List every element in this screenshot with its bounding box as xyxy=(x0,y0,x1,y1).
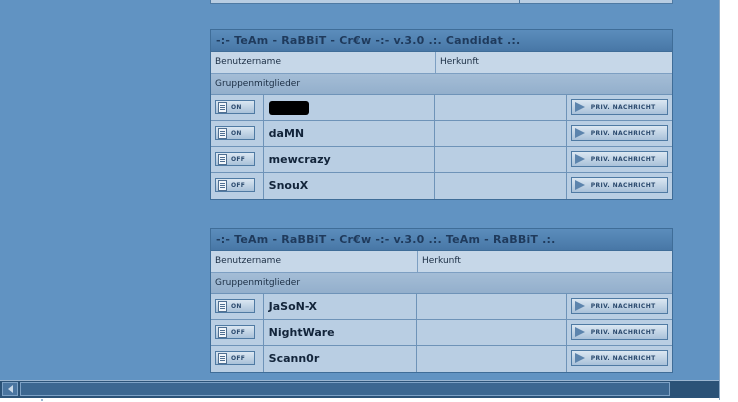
table-header: Benutzername Herkunft xyxy=(211,251,672,273)
scrollbar-thumb[interactable] xyxy=(20,382,670,396)
send-arrow-icon xyxy=(574,353,585,363)
table-header: Benutzername Herkunft xyxy=(211,52,672,74)
previous-table-bottom xyxy=(210,0,673,4)
status-badge[interactable]: ON xyxy=(215,126,255,140)
status-badge[interactable]: ON xyxy=(215,100,255,114)
redacted-name xyxy=(268,101,309,115)
pm-cell: PRIV. NACHRICHT xyxy=(567,346,672,372)
send-arrow-icon xyxy=(574,180,585,190)
private-message-button[interactable]: PRIV. NACHRICHT xyxy=(570,99,668,115)
member-name[interactable]: mewcrazy xyxy=(264,147,435,172)
private-message-button[interactable]: PRIV. NACHRICHT xyxy=(570,324,668,340)
status-cell: ON xyxy=(211,294,264,319)
column-origin: Herkunft xyxy=(422,256,461,266)
profile-document-icon xyxy=(218,127,227,139)
private-message-button[interactable]: PRIV. NACHRICHT xyxy=(570,125,668,141)
profile-document-icon xyxy=(218,153,227,165)
member-name[interactable] xyxy=(264,95,435,120)
private-message-button[interactable]: PRIV. NACHRICHT xyxy=(570,350,668,366)
member-origin xyxy=(417,346,567,372)
member-name[interactable]: JaSoN-X xyxy=(264,294,417,319)
table-row: ON JaSoN-X PRIV. NACHRICHT xyxy=(211,294,672,320)
profile-document-icon xyxy=(218,101,227,113)
status-badge[interactable]: OFF xyxy=(215,325,255,339)
send-arrow-icon xyxy=(574,102,585,112)
status-badge[interactable]: OFF xyxy=(215,351,255,365)
pm-cell: PRIV. NACHRICHT xyxy=(567,173,672,199)
member-origin xyxy=(435,121,567,146)
member-origin xyxy=(435,95,567,120)
send-arrow-icon xyxy=(574,327,585,337)
divider xyxy=(519,0,520,4)
group-title: -:- TeAm - RaBBiT - Cr€w -:- v.3.0 .:. C… xyxy=(211,30,672,52)
pm-cell: PRIV. NACHRICHT xyxy=(567,294,672,319)
column-username: Benutzername xyxy=(211,52,436,73)
profile-document-icon xyxy=(218,352,227,364)
status-badge[interactable]: OFF xyxy=(215,178,255,192)
status-badge[interactable]: OFF xyxy=(215,152,255,166)
pm-cell: PRIV. NACHRICHT xyxy=(567,320,672,345)
section-label: Gruppenmitglieder xyxy=(211,74,672,95)
member-name[interactable]: daMN xyxy=(264,121,435,146)
member-origin xyxy=(435,173,567,199)
column-username: Benutzername xyxy=(211,251,418,272)
status-cell: OFF xyxy=(211,320,264,345)
table-row: OFF NightWare PRIV. NACHRICHT xyxy=(211,320,672,346)
table-row: ON daMN PRIV. NACHRICHT xyxy=(211,121,672,147)
status-cell: OFF xyxy=(211,147,264,172)
private-message-button[interactable]: PRIV. NACHRICHT xyxy=(570,151,668,167)
send-arrow-icon xyxy=(574,128,585,138)
section-label: Gruppenmitglieder xyxy=(211,273,672,294)
arrow-left-icon[interactable] xyxy=(2,382,18,396)
pm-cell: PRIV. NACHRICHT xyxy=(567,121,672,146)
pm-cell: PRIV. NACHRICHT xyxy=(567,95,672,120)
forum-page: -:- TeAm - RaBBiT - Cr€w -:- v.3.0 .:. C… xyxy=(0,0,719,380)
profile-document-icon xyxy=(218,179,227,191)
table-row: OFF mewcrazy PRIV. NACHRICHT xyxy=(211,147,672,173)
profile-document-icon xyxy=(218,326,227,338)
status-cell: OFF xyxy=(211,173,264,199)
member-name[interactable]: Scann0r xyxy=(264,346,417,372)
send-arrow-icon xyxy=(574,301,585,311)
member-name[interactable]: NightWare xyxy=(264,320,417,345)
member-origin xyxy=(435,147,567,172)
member-origin xyxy=(417,294,567,319)
status-cell: ON xyxy=(211,121,264,146)
status-cell: OFF xyxy=(211,346,264,372)
group-title: -:- TeAm - RaBBiT - Cr€w -:- v.3.0 .:. T… xyxy=(211,229,672,251)
group-table-team-rabbit: -:- TeAm - RaBBiT - Cr€w -:- v.3.0 .:. T… xyxy=(210,228,673,373)
divider xyxy=(41,399,43,401)
horizontal-scrollbar[interactable] xyxy=(0,380,719,398)
pm-cell: PRIV. NACHRICHT xyxy=(567,147,672,172)
member-name[interactable]: SnouX xyxy=(264,173,435,199)
status-cell: ON xyxy=(211,95,264,120)
send-arrow-icon xyxy=(574,154,585,164)
group-table-candidat: -:- TeAm - RaBBiT - Cr€w -:- v.3.0 .:. C… xyxy=(210,29,673,200)
table-row: ON PRIV. NACHRICHT xyxy=(211,95,672,121)
private-message-button[interactable]: PRIV. NACHRICHT xyxy=(570,177,668,193)
column-origin: Herkunft xyxy=(440,57,479,67)
table-row: OFF SnouX PRIV. NACHRICHT xyxy=(211,173,672,199)
profile-document-icon xyxy=(218,300,227,312)
window-edge xyxy=(719,0,720,400)
private-message-button[interactable]: PRIV. NACHRICHT xyxy=(570,298,668,314)
status-badge[interactable]: ON xyxy=(215,299,255,313)
table-row: OFF Scann0r PRIV. NACHRICHT xyxy=(211,346,672,372)
member-origin xyxy=(417,320,567,345)
